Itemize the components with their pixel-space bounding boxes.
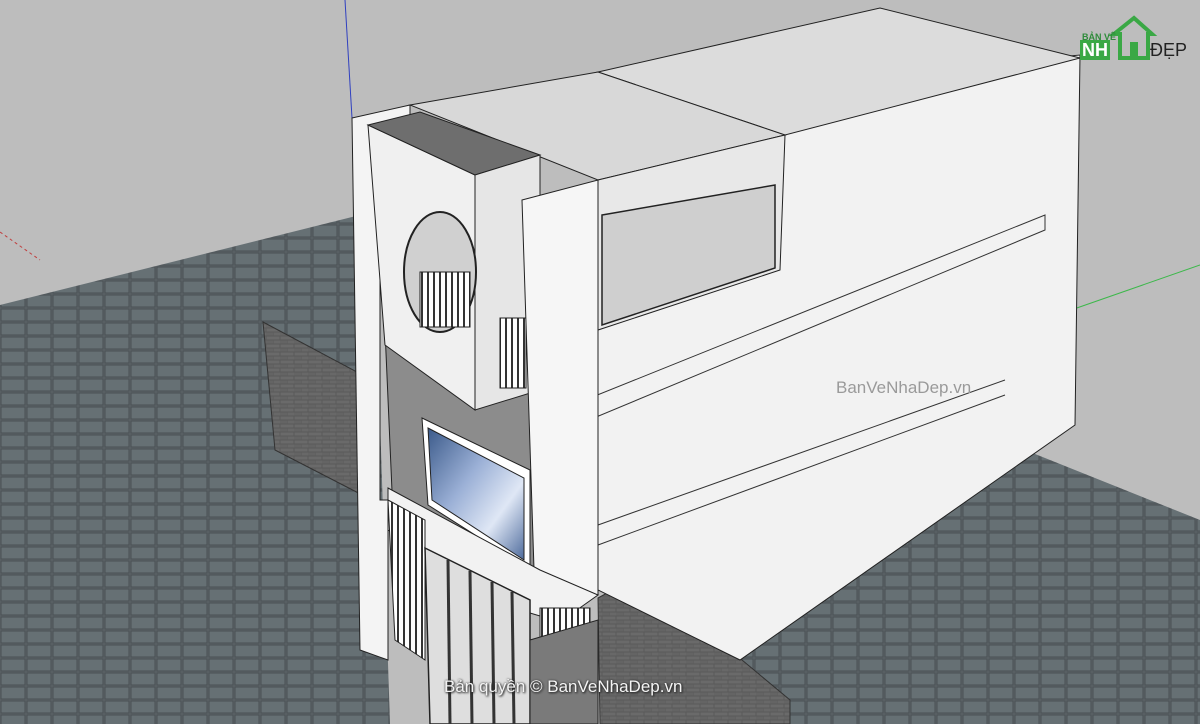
- logo-right-text: ĐẸP: [1150, 40, 1188, 60]
- door-divider-4: [510, 591, 516, 724]
- door-divider-3: [490, 581, 496, 724]
- sketchup-viewport: [0, 0, 1200, 724]
- site-logo: BẢN VẼ NH ĐẸP: [1076, 10, 1194, 70]
- door-divider-2: [468, 570, 474, 724]
- watermark-bottom: Bản quyền © BanVeNhaDep.vn: [444, 677, 683, 696]
- watermark-center: BanVeNhaDep.vn: [836, 378, 972, 397]
- door-divider-1: [446, 559, 452, 724]
- logo-left-text: NH: [1080, 40, 1110, 60]
- circle-window-railing: [419, 271, 471, 328]
- front-panel: [521, 179, 599, 601]
- balcony-railing: [499, 317, 527, 389]
